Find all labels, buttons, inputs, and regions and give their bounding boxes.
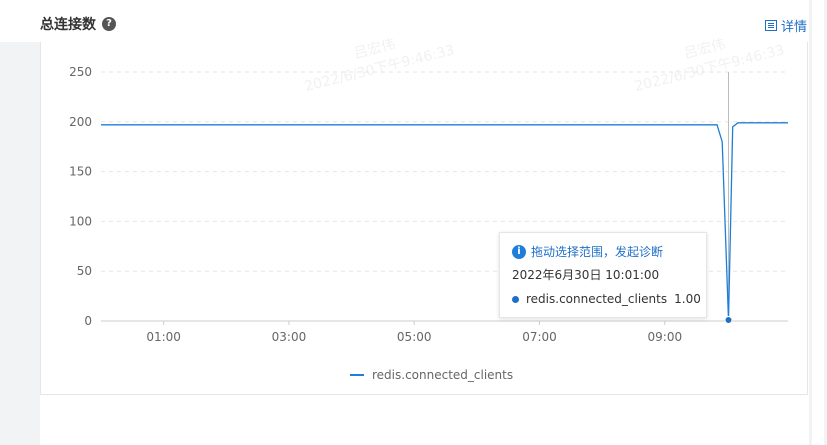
tooltip-series-row: redis.connected_clients 1.00 <box>512 292 701 306</box>
tooltip-series-name: redis.connected_clients <box>526 292 668 306</box>
y-tick-label: 200 <box>69 115 92 129</box>
y-tick-label: 250 <box>69 65 92 79</box>
x-tick-label: 03:00 <box>272 330 307 344</box>
tooltip-hint[interactable]: i 拖动选择范围，发起诊断 <box>512 243 663 260</box>
series-dot-icon <box>512 295 519 303</box>
tooltip-hint-text: 拖动选择范围，发起诊断 <box>531 245 664 259</box>
y-tick-label: 150 <box>69 165 92 179</box>
x-tick-label: 07:00 <box>522 330 557 344</box>
legend-swatch <box>350 374 364 376</box>
y-tick-label: 0 <box>84 314 92 328</box>
x-tick-label: 05:00 <box>397 330 432 344</box>
x-tick-label: 09:00 <box>648 330 683 344</box>
tooltip-time: 2022年6月30日 10:01:00 <box>512 268 660 282</box>
chart-tooltip: i 拖动选择范围，发起诊断 2022年6月30日 10:01:00 redis.… <box>499 232 707 318</box>
chart-legend[interactable]: redis.connected_clients <box>350 368 513 382</box>
info-icon: i <box>512 244 526 259</box>
y-tick-label: 50 <box>77 264 92 278</box>
hover-point <box>724 316 733 325</box>
legend-label: redis.connected_clients <box>372 368 514 382</box>
tooltip-value: 1.00 <box>674 292 701 306</box>
y-tick-label: 100 <box>69 214 92 228</box>
x-tick-label: 01:00 <box>146 330 181 344</box>
